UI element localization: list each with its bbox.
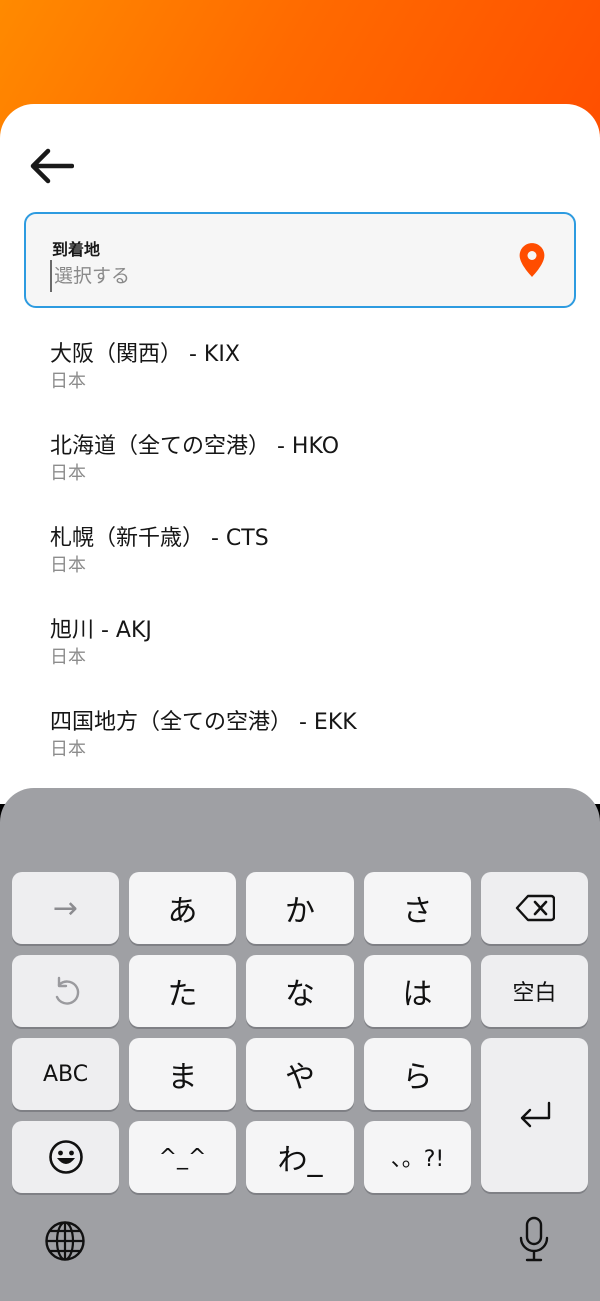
result-item[interactable]: 旭川 - AKJ 日本 bbox=[0, 606, 600, 698]
result-item[interactable]: 四国地方（全ての空港） - EKK 日本 bbox=[0, 698, 600, 790]
key-ta[interactable]: た bbox=[129, 955, 236, 1027]
key-kaomoji[interactable]: ^_^ bbox=[129, 1121, 236, 1193]
return-icon bbox=[520, 1101, 550, 1128]
result-title: 札幌（新千歳） - CTS bbox=[50, 526, 269, 551]
back-arrow-icon bbox=[30, 148, 74, 184]
result-country: 日本 bbox=[50, 555, 86, 576]
undo-key[interactable] bbox=[12, 955, 119, 1027]
key-ra[interactable]: ら bbox=[364, 1038, 471, 1110]
search-sheet: 到着地 大阪（関西） - KIX 日本 北海道（全ての空港） - HKO 日本 … bbox=[0, 104, 600, 804]
key-sa[interactable]: さ bbox=[364, 872, 471, 944]
result-country: 日本 bbox=[50, 739, 86, 760]
result-title: 四国地方（全ての空港） - EKK bbox=[50, 710, 357, 735]
backspace-icon bbox=[515, 894, 555, 922]
microphone-icon[interactable] bbox=[518, 1216, 550, 1262]
results-list: 大阪（関西） - KIX 日本 北海道（全ての空港） - HKO 日本 札幌（新… bbox=[0, 330, 600, 790]
emoji-icon bbox=[48, 1140, 83, 1174]
destination-field[interactable]: 到着地 bbox=[24, 212, 576, 308]
destination-input[interactable] bbox=[50, 260, 490, 292]
destination-label: 到着地 bbox=[52, 240, 101, 259]
result-item[interactable]: 北海道（全ての空港） - HKO 日本 bbox=[0, 422, 600, 514]
back-button[interactable] bbox=[22, 144, 80, 188]
location-pin-icon[interactable] bbox=[518, 242, 546, 278]
result-title: 北海道（全ての空港） - HKO bbox=[50, 434, 340, 459]
key-na[interactable]: な bbox=[246, 955, 354, 1027]
emoji-key[interactable] bbox=[12, 1121, 119, 1193]
result-title: 旭川 - AKJ bbox=[50, 618, 152, 643]
key-ha[interactable]: は bbox=[364, 955, 471, 1027]
key-ma[interactable]: ま bbox=[129, 1038, 236, 1110]
result-title: 大阪（関西） - KIX bbox=[50, 342, 240, 367]
result-item[interactable]: 大阪（関西） - KIX 日本 bbox=[0, 330, 600, 422]
backspace-key[interactable] bbox=[481, 872, 588, 944]
undo-icon bbox=[55, 976, 79, 1005]
key-arrow-right[interactable]: → bbox=[12, 872, 119, 944]
key-ya[interactable]: や bbox=[246, 1038, 354, 1110]
key-ka[interactable]: か bbox=[246, 872, 354, 944]
abc-key[interactable]: ABC bbox=[12, 1038, 119, 1110]
key-a[interactable]: あ bbox=[129, 872, 236, 944]
space-key[interactable]: 空白 bbox=[481, 955, 588, 1027]
globe-icon[interactable] bbox=[44, 1220, 86, 1262]
result-item[interactable]: 札幌（新千歳） - CTS 日本 bbox=[0, 514, 600, 606]
keyboard: → あ か さ た な は 空白 ABC ま や ら ^_^ わ_ 、。?! bbox=[0, 788, 600, 1301]
return-key[interactable] bbox=[481, 1038, 588, 1192]
key-punctuation[interactable]: 、。?! bbox=[364, 1121, 471, 1193]
result-country: 日本 bbox=[50, 647, 86, 668]
result-country: 日本 bbox=[50, 371, 86, 392]
key-wa[interactable]: わ_ bbox=[246, 1121, 354, 1193]
result-country: 日本 bbox=[50, 463, 86, 484]
